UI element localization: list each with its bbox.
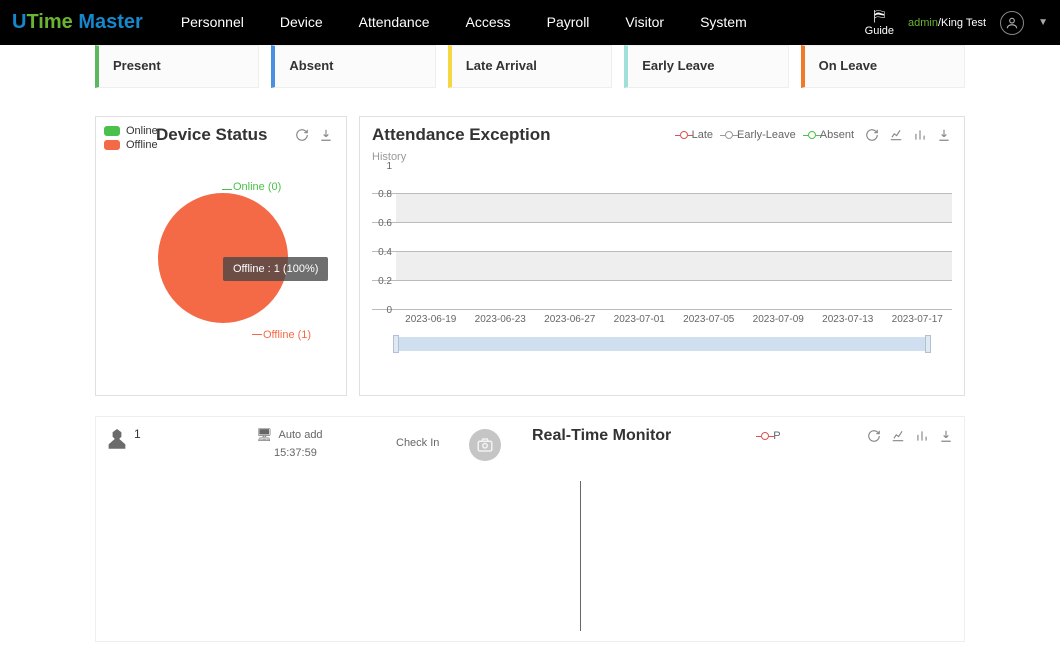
nav-device[interactable]: Device xyxy=(262,0,341,45)
stat-label: Late Arrival xyxy=(466,58,597,73)
attendance-exception-panel: Attendance Exception Late Early-Leave Ab… xyxy=(359,116,965,396)
rtm-legend[interactable]: P xyxy=(761,430,780,442)
legend-late-label: Late xyxy=(692,129,713,141)
checkin-time: 15:37:59 xyxy=(274,447,396,459)
user-name: King Test xyxy=(941,17,986,29)
signpost-icon: ⛿ xyxy=(865,9,894,25)
stat-label: Early Leave xyxy=(642,58,773,73)
p-marker-icon xyxy=(761,432,769,440)
refresh-icon[interactable] xyxy=(294,127,310,143)
legend-offline-label: Offline xyxy=(126,139,158,151)
download-icon[interactable] xyxy=(938,428,954,444)
attend-panel-title: Attendance Exception xyxy=(372,125,680,145)
guide-button[interactable]: ⛿ Guide xyxy=(865,9,894,37)
user-admin: admin xyxy=(908,17,938,29)
logo-time: Time xyxy=(26,11,72,33)
nav-visitor[interactable]: Visitor xyxy=(607,0,682,45)
x-axis: 2023-06-192023-06-232023-06-272023-07-01… xyxy=(396,314,952,325)
nav-items: Personnel Device Attendance Access Payro… xyxy=(163,0,865,45)
attend-legend: Late Early-Leave Absent xyxy=(680,129,854,141)
legend-offline[interactable]: Offline xyxy=(104,139,158,151)
nav-right: ⛿ Guide admin/King Test ▼ xyxy=(865,9,1048,37)
user-avatar-menu[interactable] xyxy=(1000,11,1024,35)
device-legend: Online Offline xyxy=(104,125,158,153)
legend-absent-label: Absent xyxy=(820,129,854,141)
pie-tooltip: Offline : 1 (100%) xyxy=(223,257,328,281)
refresh-icon[interactable] xyxy=(864,127,880,143)
offline-swatch xyxy=(104,140,120,150)
stat-label: On Leave xyxy=(819,58,950,73)
legend-late[interactable]: Late xyxy=(680,129,713,141)
guide-label: Guide xyxy=(865,25,894,37)
legend-online-label: Online xyxy=(126,125,158,137)
history-label: History xyxy=(372,151,952,163)
nav-access[interactable]: Access xyxy=(448,0,529,45)
recent-checkin: 1 🖥 Auto add 15:37:59 Check In xyxy=(106,427,528,631)
logo-u: U xyxy=(12,11,26,33)
legend-early[interactable]: Early-Leave xyxy=(725,129,796,141)
zoom-handle-left[interactable] xyxy=(393,335,399,353)
checkin-user: 1 xyxy=(106,427,256,631)
bar-chart-icon[interactable] xyxy=(914,428,930,444)
stat-early[interactable]: Early Leave xyxy=(624,45,788,88)
legend-online[interactable]: Online xyxy=(104,125,158,137)
legend-early-label: Early-Leave xyxy=(737,129,796,141)
device-status-panel: Online Offline Device Status Online (0) … xyxy=(95,116,347,396)
nav-payroll[interactable]: Payroll xyxy=(529,0,608,45)
caret-down-icon[interactable]: ▼ xyxy=(1038,17,1048,28)
refresh-icon[interactable] xyxy=(866,428,882,444)
stat-label: Present xyxy=(113,58,244,73)
stat-leave[interactable]: On Leave xyxy=(801,45,965,88)
nav-system[interactable]: System xyxy=(682,0,765,45)
rtm-legend-p: P xyxy=(773,430,780,442)
nav-personnel[interactable]: Personnel xyxy=(163,0,262,45)
line-chart-icon[interactable] xyxy=(890,428,906,444)
nav-attendance[interactable]: Attendance xyxy=(341,0,448,45)
pie-label-offline: Offline (1) xyxy=(263,329,311,341)
realtime-monitor: Real-Time Monitor P xyxy=(532,427,954,631)
top-nav: UTime Master Personnel Device Attendance… xyxy=(0,0,1060,45)
rtm-title: Real-Time Monitor xyxy=(532,427,671,445)
bar-chart-icon[interactable] xyxy=(912,127,928,143)
device-icon: 🖥 xyxy=(256,427,273,443)
download-icon[interactable] xyxy=(318,127,334,143)
auto-add-label: Auto add xyxy=(279,429,323,441)
checkin-user-id: 1 xyxy=(134,427,141,441)
logo-master: Master xyxy=(73,11,143,33)
lower-panel: 1 🖥 Auto add 15:37:59 Check In Real-Time… xyxy=(95,416,965,642)
early-marker-icon xyxy=(725,131,733,139)
app-logo: UTime Master xyxy=(12,11,143,34)
stat-absent[interactable]: Absent xyxy=(271,45,435,88)
absent-marker-icon xyxy=(808,131,816,139)
download-icon[interactable] xyxy=(936,127,952,143)
device-panel-title: Device Status xyxy=(156,125,294,145)
attend-chart: 10.80.60.40.20 2023-06-192023-06-232023-… xyxy=(372,165,952,351)
late-marker-icon xyxy=(680,131,688,139)
user-silhouette-icon xyxy=(106,429,128,451)
stat-row: Present Absent Late Arrival Early Leave … xyxy=(95,45,965,88)
auto-add: 🖥 Auto add xyxy=(256,427,396,443)
chart-zoom-slider[interactable] xyxy=(396,337,928,351)
stat-late[interactable]: Late Arrival xyxy=(448,45,612,88)
stat-present[interactable]: Present xyxy=(95,45,259,88)
line-chart-icon[interactable] xyxy=(888,127,904,143)
device-pie-chart: Online (0) Offline (1) Offline : 1 (100%… xyxy=(108,163,328,383)
legend-absent[interactable]: Absent xyxy=(808,129,854,141)
user-label: admin/King Test xyxy=(908,17,986,29)
rtm-divider xyxy=(580,481,581,631)
online-swatch xyxy=(104,126,120,136)
stat-label: Absent xyxy=(289,58,420,73)
pie-label-online: Online (0) xyxy=(233,181,281,193)
camera-icon xyxy=(469,429,501,461)
checkin-type: Check In xyxy=(396,437,439,631)
user-icon xyxy=(1005,16,1019,30)
zoom-handle-right[interactable] xyxy=(925,335,931,353)
